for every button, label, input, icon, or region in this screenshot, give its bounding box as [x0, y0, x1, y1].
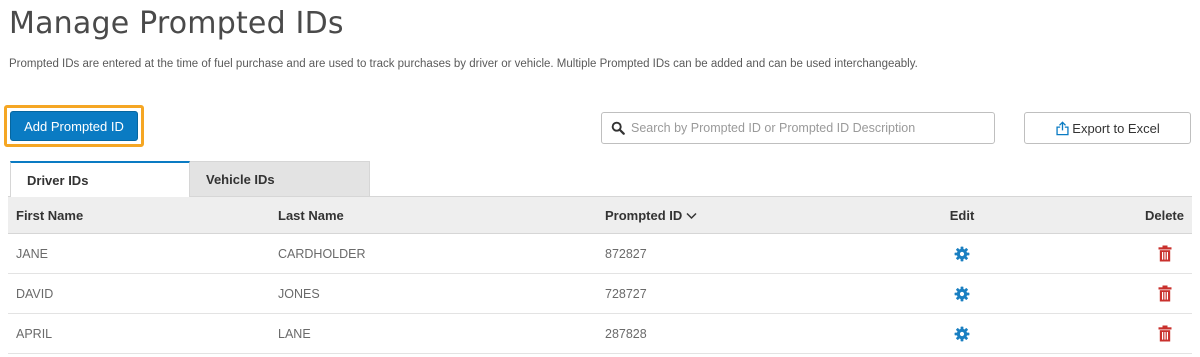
cell-delete: [1037, 313, 1192, 354]
column-header-prompted-id[interactable]: Prompted ID: [597, 196, 887, 234]
tab-vehicle-ids[interactable]: Vehicle IDs: [190, 161, 370, 196]
add-prompted-id-button[interactable]: Add Prompted ID: [10, 111, 138, 141]
cell-prompted-id: 872827: [597, 233, 887, 274]
cell-last-name: CARDHOLDER: [270, 233, 597, 274]
page-title: Manage Prompted IDs: [9, 6, 344, 41]
trash-icon[interactable]: [1158, 245, 1172, 262]
search-box[interactable]: [601, 112, 995, 144]
cell-edit: [887, 313, 1037, 354]
column-header-last-name[interactable]: Last Name: [270, 196, 597, 234]
table-row: JANE CARDHOLDER 872827: [8, 233, 1192, 274]
column-header-delete: Delete: [1037, 196, 1192, 234]
gear-icon[interactable]: [954, 326, 970, 342]
table-header-row: First Name Last Name Prompted ID Edit De…: [8, 196, 1192, 234]
cell-edit: [887, 273, 1037, 314]
tab-driver-ids[interactable]: Driver IDs: [10, 161, 190, 197]
cell-first-name: JANE: [8, 233, 270, 274]
prompted-ids-table-wrap: First Name Last Name Prompted ID Edit De…: [8, 196, 1192, 354]
page-description: Prompted IDs are entered at the time of …: [9, 58, 918, 70]
cell-delete: [1037, 273, 1192, 314]
column-header-prompted-id-label: Prompted ID: [605, 207, 683, 223]
export-label: Export to Excel: [1072, 120, 1160, 136]
table-row: APRIL LANE 287828: [8, 313, 1192, 354]
column-header-edit: Edit: [887, 196, 1037, 234]
cell-first-name: DAVID: [8, 273, 270, 314]
chevron-down-icon: [686, 213, 697, 220]
gear-icon[interactable]: [954, 246, 970, 262]
cell-last-name: LANE: [270, 313, 597, 354]
cell-prompted-id: 287828: [597, 313, 887, 354]
export-to-excel-button[interactable]: Export to Excel: [1024, 112, 1191, 144]
search-icon: [611, 121, 625, 135]
cell-prompted-id: 728727: [597, 273, 887, 314]
cell-delete: [1037, 233, 1192, 274]
table-row: DAVID JONES 728727: [8, 273, 1192, 314]
trash-icon[interactable]: [1158, 325, 1172, 342]
trash-icon[interactable]: [1158, 285, 1172, 302]
column-header-first-name[interactable]: First Name: [8, 196, 270, 234]
export-icon: [1056, 120, 1069, 135]
cell-first-name: APRIL: [8, 313, 270, 354]
cell-edit: [887, 233, 1037, 274]
prompted-ids-table: First Name Last Name Prompted ID Edit De…: [8, 196, 1192, 354]
add-button-highlight: Add Prompted ID: [4, 105, 144, 147]
search-input[interactable]: [631, 121, 981, 135]
cell-last-name: JONES: [270, 273, 597, 314]
gear-icon[interactable]: [954, 286, 970, 302]
